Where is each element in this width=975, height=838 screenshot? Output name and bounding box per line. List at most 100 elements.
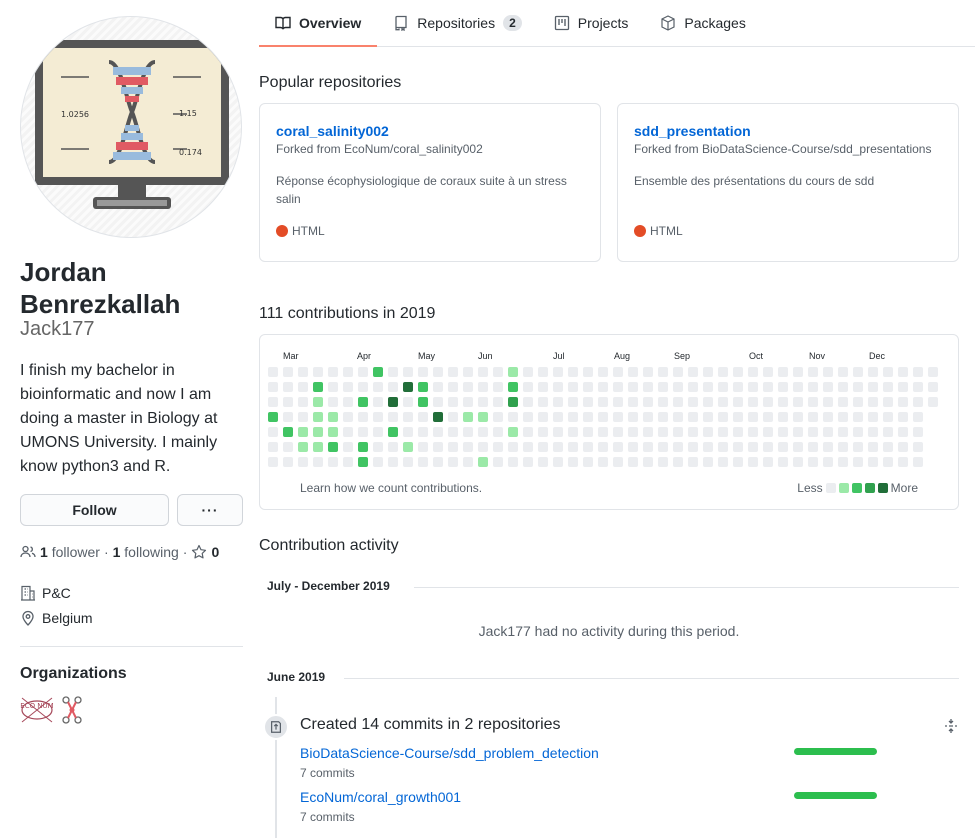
contribution-day[interactable] xyxy=(523,367,533,377)
contribution-day[interactable] xyxy=(778,412,788,422)
contribution-day[interactable] xyxy=(673,382,683,392)
contribution-day[interactable] xyxy=(703,412,713,422)
contribution-day[interactable] xyxy=(373,442,383,452)
contribution-day[interactable] xyxy=(868,457,878,467)
tab-projects[interactable]: Projects xyxy=(538,0,645,46)
contribution-day[interactable] xyxy=(598,412,608,422)
contribution-day[interactable] xyxy=(478,442,488,452)
contribution-day[interactable] xyxy=(523,457,533,467)
contribution-day[interactable] xyxy=(328,367,338,377)
contribution-day[interactable] xyxy=(913,457,923,467)
contribution-day[interactable] xyxy=(928,382,938,392)
contribution-day[interactable] xyxy=(328,382,338,392)
contribution-day[interactable] xyxy=(643,412,653,422)
contribution-day[interactable] xyxy=(388,367,398,377)
contribution-day[interactable] xyxy=(433,382,443,392)
contribution-day[interactable] xyxy=(343,442,353,452)
contribution-day[interactable] xyxy=(793,397,803,407)
contribution-day[interactable] xyxy=(358,457,368,467)
contribution-day[interactable] xyxy=(823,382,833,392)
repo-name-link[interactable]: coral_salinity002 xyxy=(276,123,584,139)
contribution-day[interactable] xyxy=(373,457,383,467)
contribution-day[interactable] xyxy=(343,412,353,422)
contribution-day[interactable] xyxy=(448,427,458,437)
contribution-day[interactable] xyxy=(688,382,698,392)
contribution-day[interactable] xyxy=(523,382,533,392)
following-link[interactable]: 1 following xyxy=(113,544,179,560)
contribution-day[interactable] xyxy=(673,427,683,437)
org-biodatascience-logo[interactable] xyxy=(58,694,92,726)
contribution-day[interactable] xyxy=(658,397,668,407)
contribution-day[interactable] xyxy=(613,427,623,437)
contribution-day[interactable] xyxy=(448,442,458,452)
contribution-day[interactable] xyxy=(508,397,518,407)
contribution-day[interactable] xyxy=(808,397,818,407)
contribution-day[interactable] xyxy=(718,382,728,392)
contribution-day[interactable] xyxy=(718,397,728,407)
contribution-day[interactable] xyxy=(628,397,638,407)
contribution-day[interactable] xyxy=(508,382,518,392)
contribution-day[interactable] xyxy=(478,457,488,467)
contribution-day[interactable] xyxy=(673,442,683,452)
contribution-day[interactable] xyxy=(868,442,878,452)
contribution-day[interactable] xyxy=(823,367,833,377)
contribution-day[interactable] xyxy=(733,442,743,452)
contribution-day[interactable] xyxy=(613,442,623,452)
contribution-day[interactable] xyxy=(688,427,698,437)
contribution-day[interactable] xyxy=(823,412,833,422)
contribution-day[interactable] xyxy=(388,412,398,422)
contribution-day[interactable] xyxy=(778,427,788,437)
contribution-day[interactable] xyxy=(808,427,818,437)
contribution-day[interactable] xyxy=(628,442,638,452)
contribution-day[interactable] xyxy=(583,367,593,377)
contribution-day[interactable] xyxy=(643,397,653,407)
contribution-day[interactable] xyxy=(583,442,593,452)
contribution-day[interactable] xyxy=(298,442,308,452)
contribution-day[interactable] xyxy=(883,412,893,422)
contribution-day[interactable] xyxy=(463,367,473,377)
contribution-day[interactable] xyxy=(733,397,743,407)
contribution-day[interactable] xyxy=(508,367,518,377)
contribution-day[interactable] xyxy=(763,367,773,377)
contribution-day[interactable] xyxy=(538,367,548,377)
contribution-day[interactable] xyxy=(553,382,563,392)
contribution-day[interactable] xyxy=(748,412,758,422)
contribution-day[interactable] xyxy=(418,367,428,377)
contribution-day[interactable] xyxy=(403,367,413,377)
contribution-day[interactable] xyxy=(613,382,623,392)
contribution-day[interactable] xyxy=(718,442,728,452)
contribution-day[interactable] xyxy=(913,412,923,422)
contribution-day[interactable] xyxy=(448,382,458,392)
contribution-day[interactable] xyxy=(808,367,818,377)
contribution-day[interactable] xyxy=(298,457,308,467)
contribution-day[interactable] xyxy=(658,382,668,392)
contribution-day[interactable] xyxy=(793,412,803,422)
contribution-day[interactable] xyxy=(373,412,383,422)
contribution-day[interactable] xyxy=(433,367,443,377)
contribution-day[interactable] xyxy=(883,382,893,392)
contribution-day[interactable] xyxy=(778,457,788,467)
contribution-day[interactable] xyxy=(673,397,683,407)
contribution-day[interactable] xyxy=(808,457,818,467)
contribution-day[interactable] xyxy=(838,382,848,392)
contribution-day[interactable] xyxy=(523,442,533,452)
contribution-day[interactable] xyxy=(268,382,278,392)
contribution-day[interactable] xyxy=(898,442,908,452)
contribution-day[interactable] xyxy=(313,367,323,377)
contribution-day[interactable] xyxy=(583,427,593,437)
contribution-day[interactable] xyxy=(343,427,353,437)
contribution-day[interactable] xyxy=(823,457,833,467)
contribution-day[interactable] xyxy=(328,397,338,407)
avatar[interactable]: 1.0256 1.15 0.174 xyxy=(20,16,242,238)
contribution-day[interactable] xyxy=(313,397,323,407)
contribution-day[interactable] xyxy=(688,457,698,467)
contribution-day[interactable] xyxy=(538,457,548,467)
contribution-day[interactable] xyxy=(283,397,293,407)
contribution-day[interactable] xyxy=(658,457,668,467)
contribution-day[interactable] xyxy=(373,382,383,392)
contribution-day[interactable] xyxy=(733,412,743,422)
contribution-day[interactable] xyxy=(703,367,713,377)
contribution-day[interactable] xyxy=(568,367,578,377)
contribution-day[interactable] xyxy=(523,427,533,437)
contribution-day[interactable] xyxy=(313,382,323,392)
